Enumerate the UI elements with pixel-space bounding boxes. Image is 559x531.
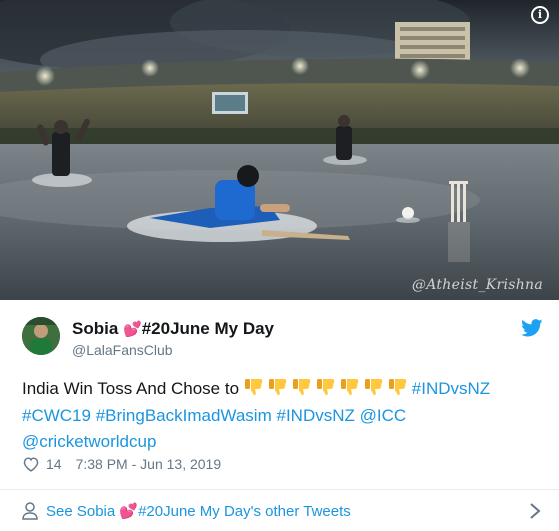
hashtag-cwc19[interactable]: #CWC19 bbox=[22, 406, 91, 425]
hashtag-bringbackimadwasim[interactable]: #BringBackImadWasim bbox=[96, 406, 272, 425]
author-display-name[interactable]: Sobia 💕#20June My Day bbox=[72, 319, 274, 339]
tweet-body: Sobia 💕#20June My Day @LalaFansClub Indi… bbox=[0, 300, 559, 490]
info-icon[interactable]: i bbox=[531, 6, 549, 24]
tweet-meta: 14 7:38 PM - Jun 13, 2019 bbox=[22, 456, 221, 472]
thumbs-down-emoji-group bbox=[244, 379, 412, 398]
footer-label-suffix: #20June My Day's other Tweets bbox=[138, 503, 351, 520]
thumbs-down-icon bbox=[244, 377, 268, 397]
tweet-media-image[interactable]: i @Atheist_Krishna bbox=[0, 0, 559, 300]
mention-icc[interactable]: @ICC bbox=[360, 406, 407, 425]
mention-cricketworldcup[interactable]: @cricketworldcup bbox=[22, 432, 156, 451]
see-other-tweets-label: See Sobia 💕#20June My Day's other Tweets bbox=[46, 502, 351, 520]
two-hearts-emoji: 💕 bbox=[119, 503, 139, 520]
thumbs-down-icon bbox=[316, 377, 340, 397]
author-name-prefix: Sobia bbox=[72, 319, 119, 338]
chevron-right-icon bbox=[530, 503, 541, 519]
thumbs-down-icon bbox=[364, 377, 388, 397]
twitter-bird-icon[interactable] bbox=[521, 319, 543, 337]
see-other-tweets-link[interactable]: See Sobia 💕#20June My Day's other Tweets bbox=[0, 490, 559, 531]
like-count[interactable]: 14 bbox=[46, 456, 62, 472]
heart-outline-icon[interactable] bbox=[22, 456, 40, 472]
thumbs-down-icon bbox=[268, 377, 292, 397]
footer-label-prefix: See Sobia bbox=[46, 503, 120, 520]
thumbs-down-icon bbox=[388, 377, 412, 397]
hashtag-indvsnz-2[interactable]: #INDvsNZ bbox=[276, 406, 354, 425]
avatar[interactable] bbox=[22, 317, 60, 355]
thumbs-down-icon bbox=[340, 377, 364, 397]
two-hearts-emoji: 💕 bbox=[123, 321, 142, 338]
thumbs-down-icon bbox=[292, 377, 316, 397]
avatar-photo-icon bbox=[22, 317, 60, 355]
author-handle[interactable]: @LalaFansClub bbox=[72, 342, 173, 358]
tweet-text-intro: India Win Toss And Chose to bbox=[22, 379, 244, 398]
tweet-text: India Win Toss And Chose to #INDvsNZ #CW… bbox=[22, 376, 542, 455]
embedded-tweet-card: i @Atheist_Krishna Sobia 💕#20June My Day… bbox=[0, 0, 559, 531]
hashtag-indvsnz[interactable]: #INDvsNZ bbox=[412, 379, 490, 398]
author-name-suffix: #20June My Day bbox=[141, 319, 275, 338]
tweet-timestamp[interactable]: 7:38 PM - Jun 13, 2019 bbox=[76, 456, 222, 472]
image-watermark: @Atheist_Krishna bbox=[411, 277, 543, 293]
person-outline-icon bbox=[22, 502, 38, 520]
flooded-stadium-scene bbox=[0, 0, 559, 300]
